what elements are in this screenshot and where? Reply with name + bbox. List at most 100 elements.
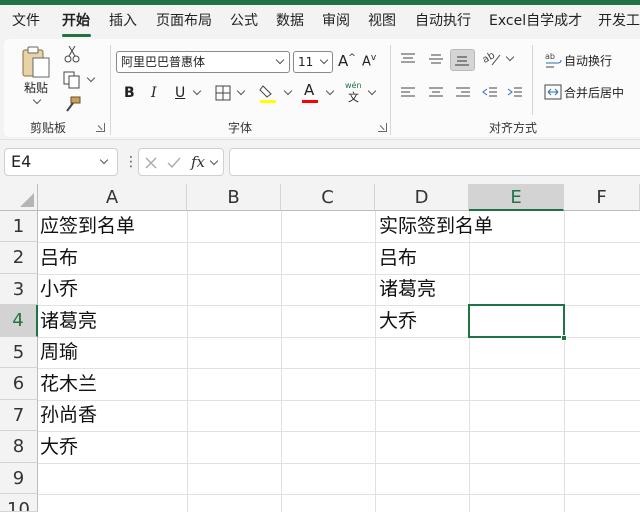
more-options-icon[interactable]: ⋮ [124,152,138,172]
font-color-dropdown-icon[interactable] [325,86,335,96]
column-header-d[interactable]: D [375,184,469,211]
merge-center-label[interactable]: 合并后居中 [564,86,624,100]
cell-a8[interactable]: 大乔 [38,431,78,463]
align-left-icon[interactable] [400,87,416,99]
decrease-font-size-icon[interactable]: Av [362,51,376,69]
align-middle-icon[interactable] [428,53,444,65]
row-header-3[interactable]: 3 [0,274,38,305]
clipboard-group-label: 剪贴板 [30,121,67,135]
select-all-button[interactable] [0,184,38,211]
merge-center-icon[interactable] [544,84,562,100]
cell-d2[interactable]: 吕布 [377,242,417,274]
ribbon-tabs: 文件 开始 插入 页面布局 公式 数据 审阅 视图 自动执行 Excel自学成才… [0,5,640,37]
cell-d4[interactable]: 大乔 [377,305,417,337]
copy-icon[interactable] [63,71,81,89]
underline-icon[interactable]: U [175,86,185,100]
column-header-a[interactable]: A [38,184,187,211]
paste-icon[interactable] [20,45,52,79]
clipboard-dialog-launcher[interactable] [96,123,105,132]
italic-icon[interactable]: I [151,86,157,100]
cancel-icon[interactable] [145,157,157,169]
cell-a5[interactable]: 周瑜 [38,337,78,368]
tab-view[interactable]: 视图 [368,11,396,31]
tab-data[interactable]: 数据 [276,11,304,31]
cell-d1[interactable]: 实际签到名单 [377,211,493,242]
function-dropdown-icon[interactable] [209,156,219,166]
group-separator [532,45,533,115]
underline-dropdown-icon[interactable] [192,86,202,96]
gridline [38,463,640,464]
tab-formulas[interactable]: 公式 [230,11,258,31]
cell-a2[interactable]: 吕布 [38,242,78,274]
orientation-dropdown-icon[interactable] [505,52,515,62]
fill-handle[interactable] [561,335,567,341]
font-color-icon[interactable]: A [304,83,314,98]
column-header-b[interactable]: B [187,184,281,211]
tab-developer[interactable]: 开发工具 [598,11,640,31]
font-group-label: 字体 [228,121,253,135]
cut-icon[interactable] [64,45,80,63]
font-dialog-launcher[interactable] [378,123,387,132]
font-name-select[interactable]: 阿里巴巴普惠体 [116,51,290,73]
tab-insert[interactable]: 插入 [109,11,137,31]
borders-dropdown-icon[interactable] [236,86,246,96]
row-header-1[interactable]: 1 [0,211,38,242]
row-header-8[interactable]: 8 [0,431,38,463]
increase-indent-icon[interactable] [507,87,523,99]
gridline [375,211,376,512]
cell-a7[interactable]: 孙尚香 [38,400,97,431]
svg-text:ab: ab [482,50,497,66]
formula-bar: E4 ⋮ fx [0,140,640,184]
decrease-indent-icon[interactable] [482,87,498,99]
row-header-7[interactable]: 7 [0,400,38,431]
align-top-icon[interactable] [400,53,416,65]
format-painter-icon[interactable] [63,96,81,114]
column-header-f[interactable]: F [564,184,640,211]
fill-color-dropdown-icon[interactable] [283,86,293,96]
align-center-icon[interactable] [428,87,444,99]
borders-icon[interactable] [215,85,231,101]
active-cell-e4[interactable] [468,304,565,338]
tab-file[interactable]: 文件 [12,11,40,31]
column-header-c[interactable]: C [281,184,375,211]
cell-d3[interactable]: 诸葛亮 [377,274,436,305]
tab-review[interactable]: 审阅 [322,11,350,31]
tab-excel-self-study[interactable]: Excel自学成才 [489,11,582,31]
tab-page-layout[interactable]: 页面布局 [156,11,212,31]
paste-dropdown-icon[interactable] [32,95,42,105]
row-header-2[interactable]: 2 [0,242,38,274]
column-header-e[interactable]: E [469,184,564,211]
bold-icon[interactable]: B [124,86,135,100]
cell-a6[interactable]: 花木兰 [38,368,97,400]
row-header-5[interactable]: 5 [0,337,38,368]
tab-automate[interactable]: 自动执行 [415,11,471,31]
wrap-text-label[interactable]: 自动换行 [564,54,612,68]
align-right-icon[interactable] [455,87,471,99]
increase-font-size-icon[interactable]: A^ [338,51,356,69]
cell-a3[interactable]: 小乔 [38,274,78,305]
font-size-select[interactable]: 11 [293,51,333,73]
copy-dropdown-icon[interactable] [86,73,96,83]
gridline [38,242,640,243]
row-header-10[interactable]: 10 [0,494,38,512]
paste-label[interactable]: 粘贴 [24,81,48,95]
tab-home[interactable]: 开始 [62,11,90,31]
cell-a4[interactable]: 诸葛亮 [38,305,97,337]
group-separator [110,45,111,135]
phonetic-guide-icon[interactable]: 文 [348,91,359,105]
row-header-4[interactable]: 4 [0,305,38,337]
formula-input[interactable] [229,148,640,176]
gridline [38,494,640,495]
orientation-icon[interactable]: ab [482,49,502,69]
svg-text:ab: ab [545,52,555,61]
phonetic-dropdown-icon[interactable] [367,86,377,96]
wrap-text-icon[interactable]: ab [544,51,562,69]
font-color-swatch [302,100,318,103]
gridline [187,211,188,512]
ribbon-panel: 粘贴 剪贴板 阿里巴巴普惠体 11 A^ Av B I U A wén 文 字体… [4,39,640,137]
row-header-9[interactable]: 9 [0,463,38,494]
cell-a1[interactable]: 应签到名单 [38,211,135,242]
row-header-6[interactable]: 6 [0,368,38,400]
insert-function-icon[interactable]: fx [191,151,205,173]
enter-icon[interactable] [167,157,181,169]
